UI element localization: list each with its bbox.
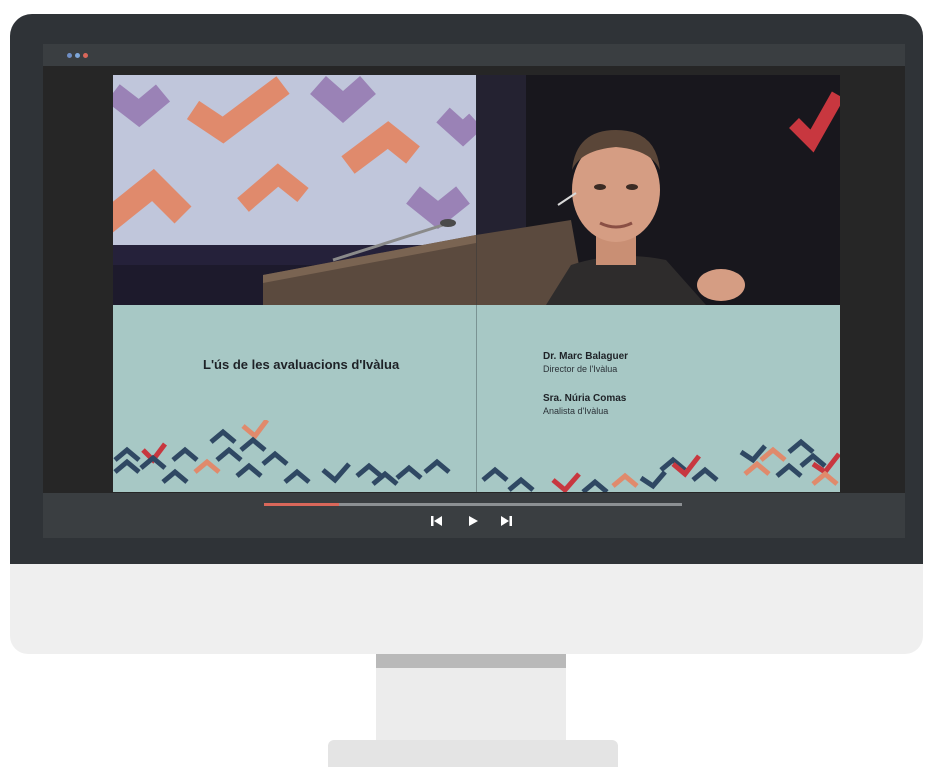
speaker-1-role: Director de l'Ivàlua (543, 364, 618, 374)
video-player-window: L'ús de les avaluacions d'Ivàlua Dr. Mar… (43, 44, 905, 538)
video-frame[interactable]: L'ús de les avaluacions d'Ivàlua Dr. Mar… (113, 75, 840, 492)
skip-forward-icon[interactable] (498, 513, 514, 529)
monitor-stand (376, 654, 566, 740)
speaker-2-role: Analista d'Ivàlua (543, 406, 609, 416)
projection-screen-graphic (113, 75, 476, 305)
window-titlebar (43, 44, 905, 66)
play-icon[interactable] (465, 513, 481, 529)
video-area: L'ús de les avaluacions d'Ivàlua Dr. Mar… (43, 66, 905, 493)
monitor-base (328, 740, 618, 767)
progress-bar[interactable] (264, 503, 682, 506)
speaker-2-name: Sra. Núria Comas (543, 393, 627, 404)
close-dot[interactable] (67, 53, 72, 58)
video-split-line (476, 75, 477, 492)
speaker-1-name: Dr. Marc Balaguer (543, 351, 629, 362)
skip-back-icon[interactable] (429, 513, 445, 529)
speaker-graphic (476, 75, 840, 305)
progress-fill (264, 503, 340, 506)
speaker-image (476, 75, 840, 305)
monitor-chin (10, 564, 923, 654)
slide-title: L'ús de les avaluacions d'Ivàlua (203, 357, 400, 372)
maximize-dot[interactable] (83, 53, 88, 58)
minimize-dot[interactable] (75, 53, 80, 58)
player-controls (43, 493, 905, 538)
stage-screen-image (113, 75, 476, 305)
